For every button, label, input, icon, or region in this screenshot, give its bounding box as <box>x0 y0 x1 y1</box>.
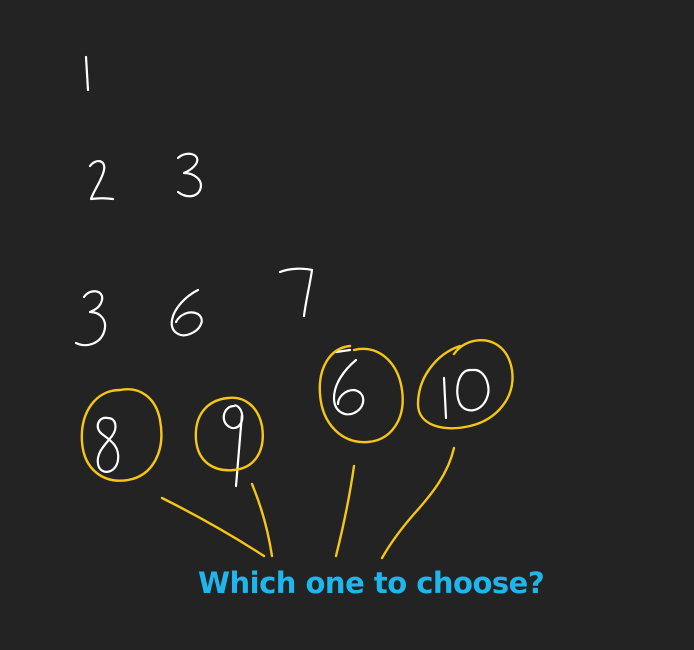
pointer-line-3 <box>334 464 356 558</box>
pointer-line-4 <box>380 446 456 560</box>
pointer-line-2 <box>250 482 274 558</box>
highlight-circle-9 <box>194 396 264 472</box>
digit-6-row4 <box>332 358 365 416</box>
whiteboard-canvas: Which one to choose? <box>0 0 694 650</box>
digit-3-row2 <box>176 152 202 198</box>
question-caption: Which one to choose? <box>198 566 545 600</box>
digit-3-row3 <box>74 290 107 347</box>
digit-2-row2 <box>88 160 115 201</box>
pointer-line-1 <box>160 496 266 558</box>
digit-10-row4-one <box>442 376 448 420</box>
digit-1-row1 <box>84 55 90 92</box>
digit-6-row3 <box>170 288 203 337</box>
digit-7-row3 <box>278 267 314 318</box>
digit-9-row4 <box>222 404 244 488</box>
highlight-circle-10 <box>416 339 514 430</box>
highlight-circle-8 <box>80 388 163 482</box>
digit-10-row4-zero <box>456 368 490 412</box>
handwritten-sketch <box>74 55 514 560</box>
digit-8-row4 <box>96 416 120 473</box>
